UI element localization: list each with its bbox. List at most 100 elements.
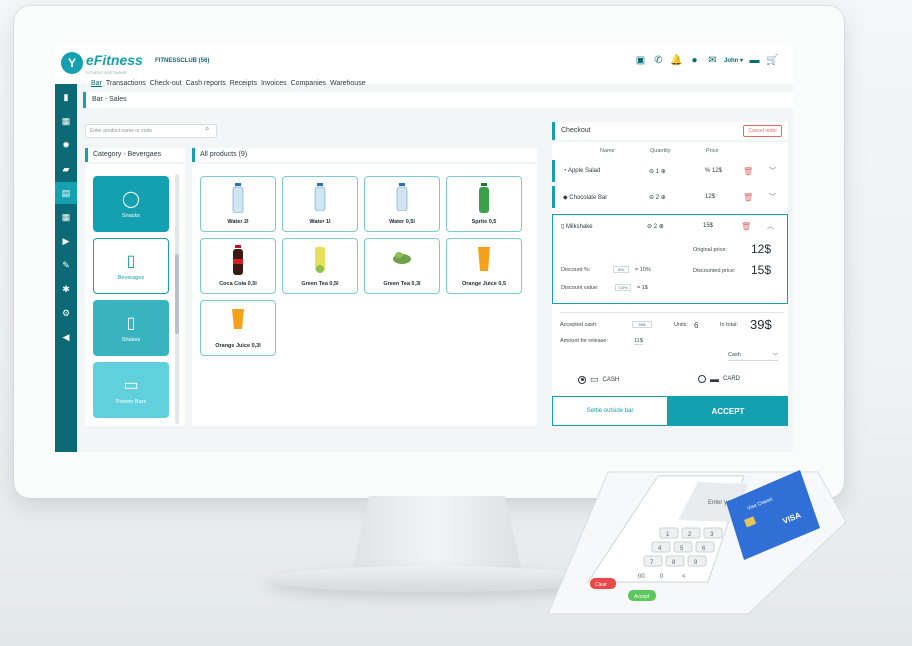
chevron-up-icon[interactable]: ︿ [767,221,774,231]
category-scrollbar[interactable] [175,174,179,424]
key-back: < [682,574,686,580]
payment-select[interactable]: Cash ﹀ [728,352,778,361]
gear-icon[interactable]: ✹ [55,134,77,156]
tab-transactions[interactable]: Transactions [106,80,146,87]
product-name: Coca Cola 0,5l [219,281,257,287]
checkout-title: Checkout [561,127,591,134]
product-card[interactable]: Green Tea 0,3l [364,238,440,294]
tab-companies[interactable]: Companies [291,80,326,87]
product-card[interactable]: Green Tea 0,5l [282,238,358,294]
settle-outside-bar-button[interactable]: Settle outside bar [552,396,668,426]
water-bottle-icon [396,183,408,211]
radio-button[interactable] [578,375,586,384]
discount-pct-label: Discount %: [561,267,591,273]
tab-invoices[interactable]: Invoices [261,80,287,87]
expanded-item: ▯ Milkshake ⊖ 2 ⊕ 15$ 🗑 ︿ Original price… [552,214,788,304]
cash-label: CASH [602,376,620,383]
puzzle-icon[interactable]: ✱ [55,278,77,300]
protein-bar-icon: ▭ [123,377,139,394]
phone-icon[interactable]: ✆ [652,54,665,67]
product-name: Orange Juice 0,3l [215,343,261,349]
chevron-down-icon[interactable]: ﹀ [769,192,776,202]
edit-icon[interactable]: ✎ [55,254,77,276]
mail-icon[interactable]: ✉ [706,54,719,67]
bar-icon[interactable]: ▤ [55,182,77,204]
release-label: Amount for release: [560,338,608,344]
product-name: Green Tea 0,3l [383,281,421,287]
category-snacks[interactable]: ◯ Snacks [93,176,169,232]
products-header: All products (9) [192,148,537,162]
chart-icon[interactable]: ▮ [55,86,77,108]
cart-item[interactable]: ▯ Milkshake ⊖ 2 ⊕ 15$ 🗑 ︿ [553,215,789,237]
product-card[interactable]: Orange Juice 0,3l [200,300,276,356]
radio-button[interactable] [698,375,706,383]
trash-icon[interactable]: 🗑 [743,167,753,176]
ticket-icon[interactable]: ▰ [55,158,77,180]
top-icons: ▣ ✆ 🔔 ● ✉ John ▾ ▬ 🛒 [634,54,779,67]
club-name[interactable]: FITNESSCLUB (56) [155,58,209,64]
search-icon[interactable]: ⌕ [205,124,209,134]
category-protein-bars[interactable]: ▭ Protein Bars [93,362,169,418]
units-value: 6 [694,321,699,330]
category-beverages[interactable]: ▯ Beverages [93,238,169,294]
card-icon: ▬ [710,374,719,384]
category-shakes[interactable]: ▯ Shakes [93,300,169,356]
tab-bar[interactable]: Bar [91,80,102,87]
calendar-icon[interactable]: ▦ [55,110,77,132]
total-label: In total: [720,322,739,328]
card-icon[interactable]: ▬ [748,54,761,67]
cart-icon[interactable]: 🛒 [766,54,779,67]
divider [560,312,784,313]
faq-icon[interactable]: ● [688,54,701,67]
discount-value-input[interactable]: 0,5% [615,284,631,291]
col-name: Name [600,148,615,154]
product-card[interactable]: Water 1l [282,176,358,232]
original-price-value: 12$ [751,242,772,256]
accept-button[interactable]: ACCEPT [668,396,788,426]
product-name: Green Tea 0,5l [301,281,339,287]
collapse-icon[interactable]: ◀ [55,326,77,348]
product-card[interactable]: Sprite 0,5 [446,176,522,232]
checkout-panel: Name Quantity Price ◔ Apple Salad ⊖ 1 ⊕ … [552,142,788,426]
product-card[interactable]: Water 2l [200,176,276,232]
chevron-down-icon[interactable]: ﹀ [769,166,776,176]
item-price: 15$ [703,223,714,229]
cancel-order-button[interactable]: Cancel order [743,125,782,137]
tab-receipts[interactable]: Receipts [230,80,257,87]
trash-icon[interactable]: 🗑 [741,222,751,231]
breadcrumb: Bar - Sales [83,92,793,108]
cash-option[interactable]: ▭ CASH [578,374,619,385]
col-price: Price [706,148,719,154]
qty-stepper[interactable]: ⊖ 2 ⊕ [649,194,666,201]
product-name: Orange Juice 0,5 [461,281,507,287]
bell-icon[interactable]: 🔔 [670,54,683,67]
accepted-cash-input[interactable]: 50$ [632,321,652,328]
tab-warehouse[interactable]: Warehouse [330,80,366,87]
tab-cash-reports[interactable]: Cash reports [186,80,226,87]
water-bottle-icon [232,183,244,213]
card-option[interactable]: ▬ CARD [698,374,740,384]
product-name: Water 2l [227,219,249,225]
user-menu[interactable]: John ▾ [724,57,743,64]
products-panel: Water 2l Water 1l Water 0,5l Sprite 0,5 … [192,164,537,426]
efitness-logo-icon: Y [61,52,83,74]
cart-item[interactable]: ◔ Apple Salad ⊖ 1 ⊕ % 12$ 🗑 ﹀ [552,160,788,182]
discount-pct-input[interactable]: 8% [613,266,629,273]
product-card[interactable]: Coca Cola 0,5l [200,238,276,294]
trash-icon[interactable]: 🗑 [743,193,753,202]
terminal-icon[interactable]: ▣ [634,54,647,67]
apple-icon: ◯ [122,191,140,208]
product-card[interactable]: Orange Juice 0,5 [446,238,522,294]
category-panel: ◯ Snacks ▯ Beverages ▯ Shakes ▭ Protein … [85,164,185,426]
settings-icon[interactable]: ⚙ [55,302,77,324]
play-icon[interactable]: ▶ [55,230,77,252]
schedule-icon[interactable]: ▦ [55,206,77,228]
cart-item[interactable]: ◆ Chocolate Bar ⊖ 2 ⊕ 12$ 🗑 ﹀ [552,186,788,208]
tab-check-out[interactable]: Check-out [150,80,182,87]
top-bar: Y eFitness FITNESS SOFTWARE FITNESSCLUB … [55,44,793,84]
qty-stepper[interactable]: ⊖ 2 ⊕ [647,223,664,230]
product-card[interactable]: Water 0,5l [364,176,440,232]
qty-stepper[interactable]: ⊖ 1 ⊕ [649,168,666,175]
search-input[interactable]: Enter product name or code [85,124,217,138]
product-name: Water 1l [309,219,331,225]
